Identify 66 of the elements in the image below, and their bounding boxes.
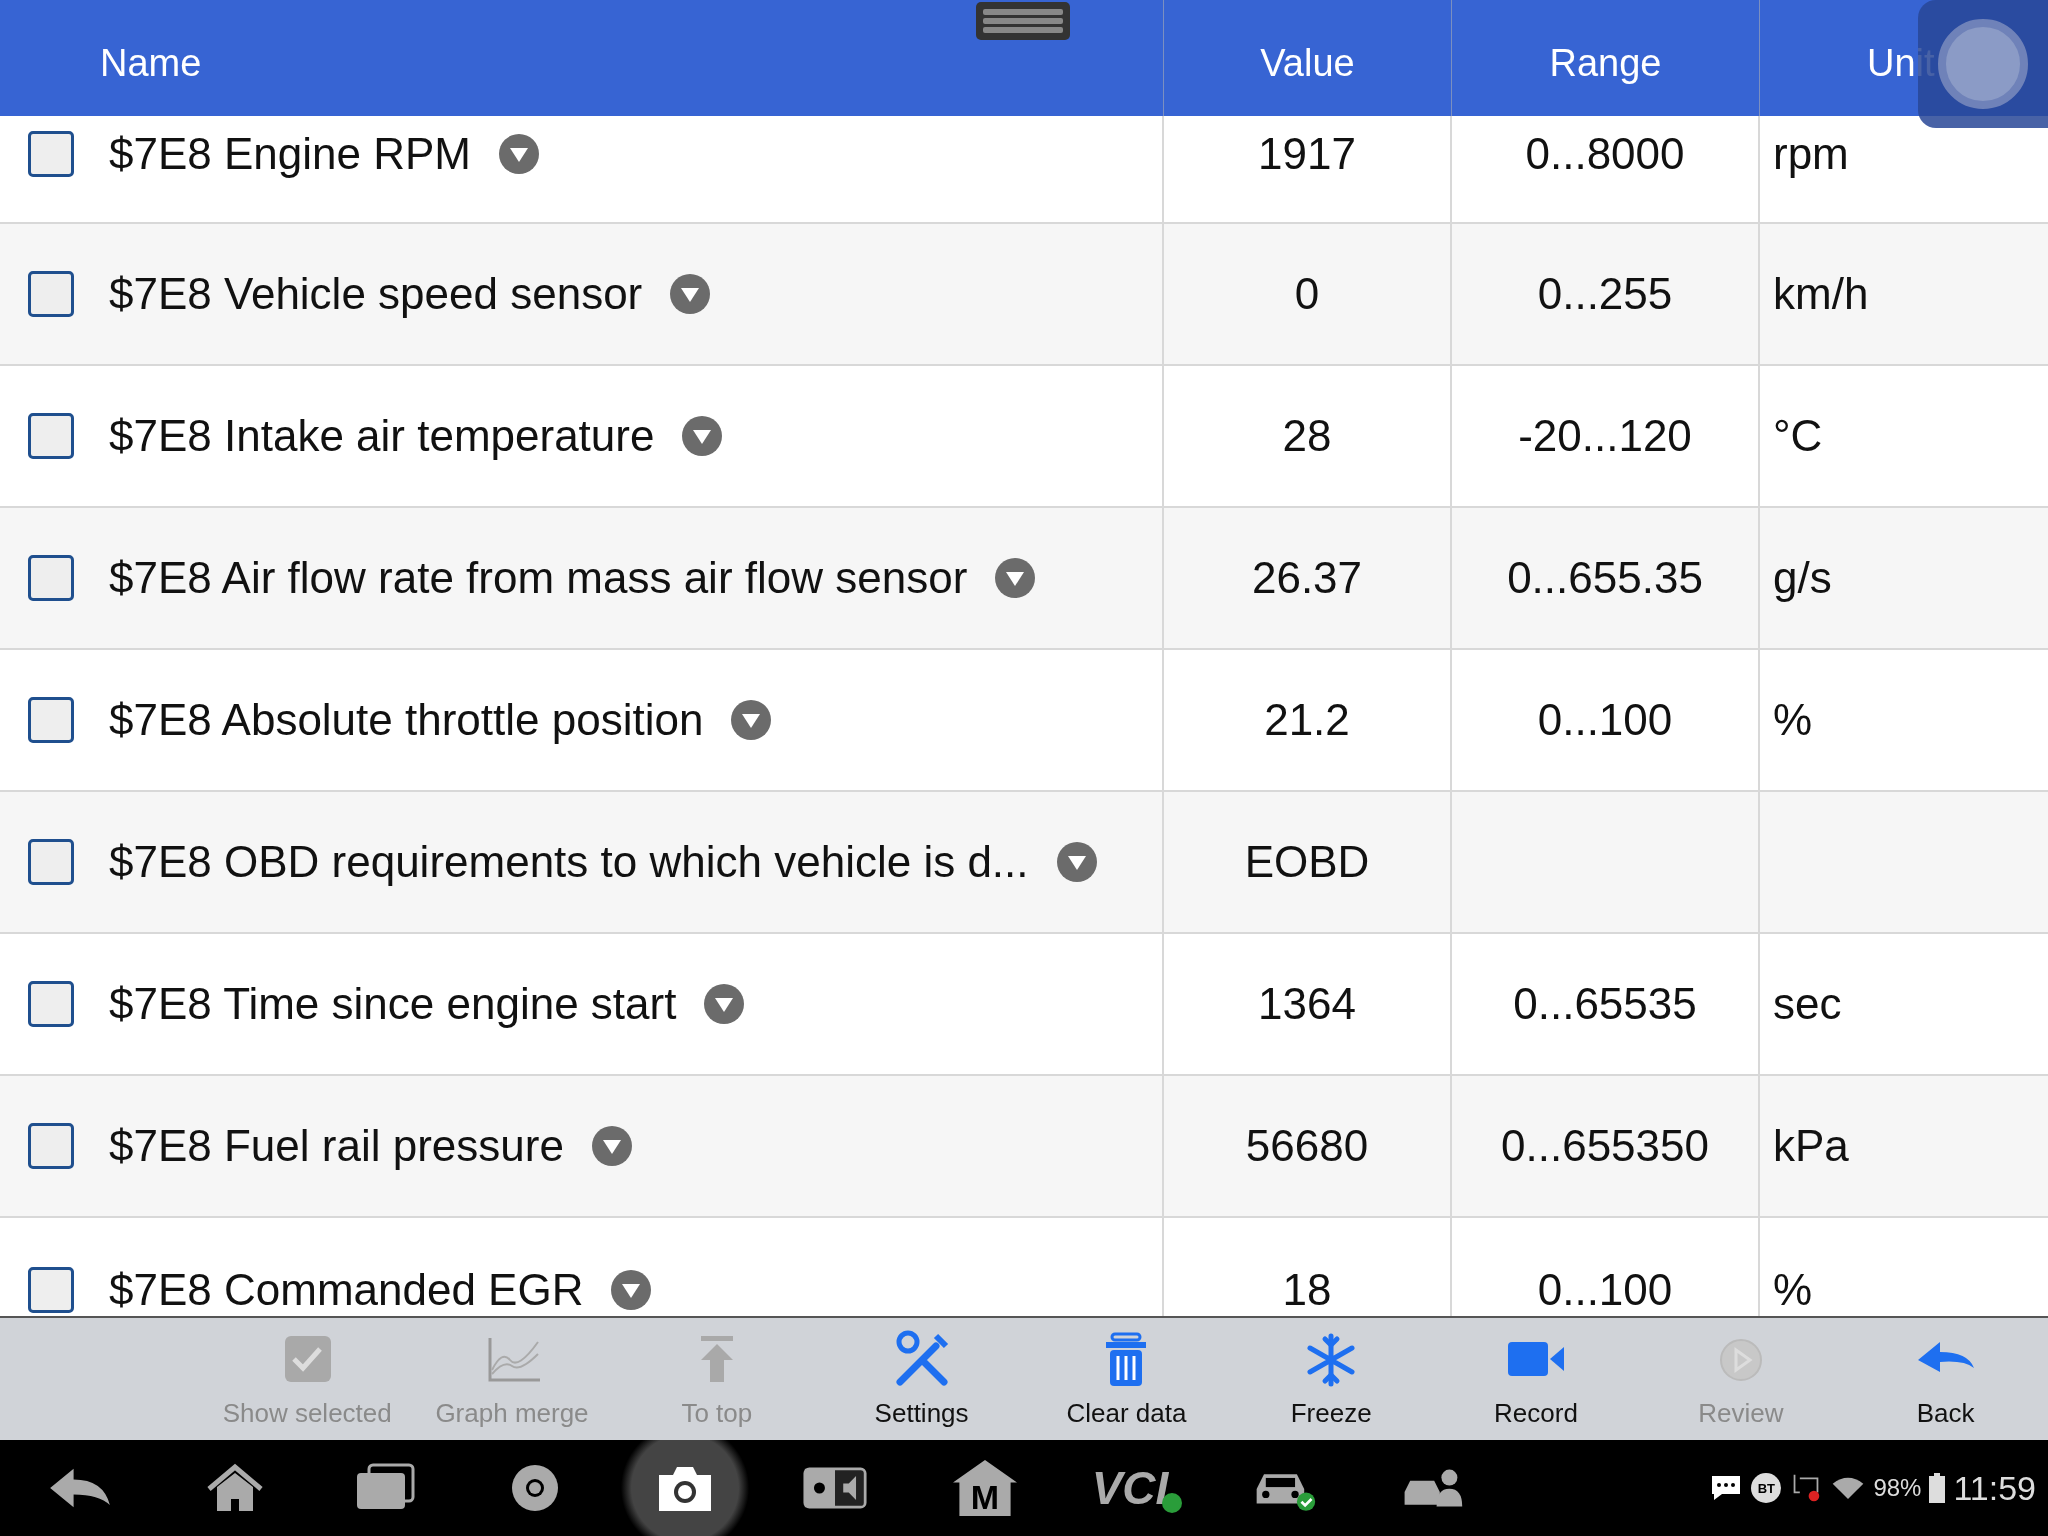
parameter-unit: % xyxy=(1773,695,1813,745)
toolbar-button[interactable]: Freeze xyxy=(1228,1318,1434,1440)
parameter-range: 0...100 xyxy=(1537,695,1673,745)
parameter-value: 0 xyxy=(1294,269,1320,319)
checkbox[interactable] xyxy=(28,271,74,317)
checkbox[interactable] xyxy=(28,981,74,1027)
parameter-name: $7E8 Time since engine start xyxy=(109,979,677,1029)
drag-handle-icon[interactable] xyxy=(975,0,1071,42)
parameter-unit: g/s xyxy=(1773,553,1832,603)
toolbar-button[interactable]: Back xyxy=(1843,1318,2048,1440)
dropdown-icon[interactable] xyxy=(611,1270,652,1310)
parameter-name: $7E8 Engine RPM xyxy=(109,129,471,179)
parameter-name: $7E8 Air flow rate from mass air flow sensor xyxy=(109,553,968,603)
parameter-value: EOBD xyxy=(1244,837,1370,887)
dropdown-icon[interactable] xyxy=(995,558,1036,598)
checkbox[interactable] xyxy=(28,555,74,601)
parameter-value: 18 xyxy=(1282,1265,1332,1315)
parameter-unit: % xyxy=(1773,1265,1813,1315)
parameter-range: 0...655.35 xyxy=(1507,553,1703,603)
parameter-range: 0...655350 xyxy=(1501,1121,1709,1171)
column-header: Value xyxy=(1260,41,1355,85)
dropdown-icon[interactable] xyxy=(499,134,539,174)
parameter-name: $7E8 Fuel rail pressure xyxy=(109,1121,564,1171)
toolbar-button[interactable]: Settings xyxy=(819,1318,1024,1440)
battery-icon xyxy=(1929,1473,1946,1503)
toolbar-button[interactable]: Clear data xyxy=(1024,1318,1229,1440)
parameter-name: $7E8 Vehicle speed sensor xyxy=(109,269,643,319)
parameter-range: 0...100 xyxy=(1537,1265,1673,1315)
parameter-name: $7E8 Intake air temperature xyxy=(109,411,655,461)
checkbox[interactable] xyxy=(28,697,74,743)
column-header: Range xyxy=(1549,41,1662,85)
dropdown-icon[interactable] xyxy=(704,984,745,1024)
toolbar-button[interactable]: Record xyxy=(1433,1318,1639,1440)
bluetooth-badge: BT xyxy=(1751,1473,1782,1503)
checkbox[interactable] xyxy=(28,1267,74,1313)
dropdown-icon[interactable] xyxy=(591,1126,632,1166)
checkbox[interactable] xyxy=(28,839,74,885)
dropdown-icon[interactable] xyxy=(731,700,772,740)
column-header: Name xyxy=(100,41,202,85)
parameter-name: $7E8 OBD requirements to which vehicle is d... xyxy=(109,837,1029,887)
parameter-value: 1917 xyxy=(1258,129,1356,179)
checkbox[interactable] xyxy=(28,131,74,177)
parameter-unit: sec xyxy=(1773,979,1842,1029)
parameter-range: 0...65535 xyxy=(1513,979,1697,1029)
m-home-icon[interactable]: M xyxy=(953,1460,1017,1516)
parameter-value: 56680 xyxy=(1245,1121,1369,1171)
parameter-unit: °C xyxy=(1773,411,1823,461)
dropdown-icon[interactable] xyxy=(682,416,723,456)
battery-percent: 98% xyxy=(1873,1474,1922,1502)
parameter-unit: km/h xyxy=(1773,269,1869,319)
parameter-value: 28 xyxy=(1282,411,1332,461)
parameter-name: $7E8 Absolute throttle position xyxy=(109,695,704,745)
parameter-value: 26.37 xyxy=(1251,553,1363,603)
parameter-range: -20...120 xyxy=(1518,411,1692,461)
parameter-name: $7E8 Commanded EGR xyxy=(109,1265,584,1315)
parameter-unit: rpm xyxy=(1773,129,1849,179)
parameter-value: 21.2 xyxy=(1264,695,1350,745)
parameter-range: 0...255 xyxy=(1537,269,1673,319)
checkbox[interactable] xyxy=(28,1123,74,1169)
dropdown-icon[interactable] xyxy=(670,274,711,314)
checkbox[interactable] xyxy=(28,413,74,459)
parameter-value: 1364 xyxy=(1258,979,1356,1029)
parameter-range: 0...8000 xyxy=(1525,129,1685,179)
parameter-unit: kPa xyxy=(1773,1121,1849,1171)
dropdown-icon[interactable] xyxy=(1056,842,1097,882)
clock: 11:59 xyxy=(1953,1468,2036,1508)
